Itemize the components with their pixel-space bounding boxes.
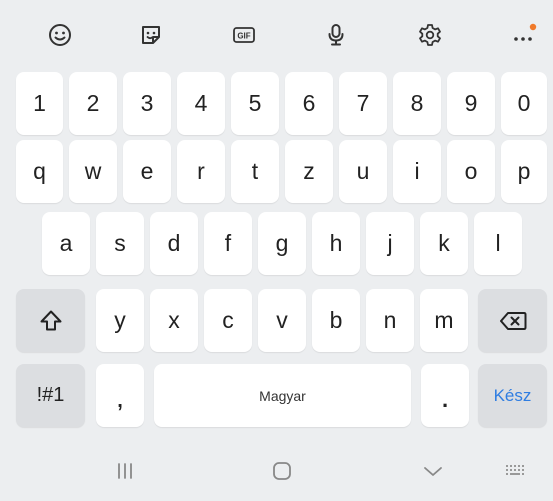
- keyboard: 1 2 3 4 5 6 7 8 9 0 q w e r t z u i o p …: [0, 0, 553, 440]
- key-n[interactable]: n: [366, 289, 414, 352]
- hide-keyboard-button[interactable]: [418, 456, 448, 486]
- backspace-icon: [499, 311, 526, 330]
- keyboard-switch-button[interactable]: [500, 456, 530, 486]
- key-r[interactable]: r: [177, 140, 225, 203]
- key-5[interactable]: 5: [231, 72, 279, 135]
- space-label: Magyar: [259, 387, 306, 404]
- key-s[interactable]: s: [96, 212, 144, 275]
- recent-apps-icon: [118, 463, 132, 479]
- key-3[interactable]: 3: [123, 72, 171, 135]
- shift-key[interactable]: [16, 289, 85, 352]
- key-0[interactable]: 0: [501, 72, 547, 135]
- key-e[interactable]: e: [123, 140, 171, 203]
- key-p[interactable]: p: [501, 140, 547, 203]
- key-b[interactable]: b: [312, 289, 360, 352]
- symbols-key[interactable]: !#1: [16, 364, 85, 427]
- space-key[interactable]: Magyar: [154, 364, 411, 427]
- key-9[interactable]: 9: [447, 72, 495, 135]
- key-c[interactable]: c: [204, 289, 252, 352]
- key-d[interactable]: d: [150, 212, 198, 275]
- home-icon: [273, 462, 291, 480]
- period-label: .: [441, 386, 449, 412]
- key-8[interactable]: 8: [393, 72, 441, 135]
- hide-keyboard-icon: [424, 467, 442, 476]
- key-u[interactable]: u: [339, 140, 387, 203]
- comma-label: ,: [117, 390, 123, 412]
- shift-icon: [40, 310, 61, 330]
- home-button[interactable]: [267, 456, 297, 486]
- key-j[interactable]: j: [366, 212, 414, 275]
- key-x[interactable]: x: [150, 289, 198, 352]
- key-o[interactable]: o: [447, 140, 495, 203]
- symbols-label: !#1: [36, 384, 65, 406]
- key-i[interactable]: i: [393, 140, 441, 203]
- key-y[interactable]: y: [96, 289, 144, 352]
- comma-key[interactable]: ,: [96, 364, 144, 427]
- key-k[interactable]: k: [420, 212, 468, 275]
- key-v[interactable]: v: [258, 289, 306, 352]
- key-w[interactable]: w: [69, 140, 117, 203]
- key-m[interactable]: m: [420, 289, 468, 352]
- key-4[interactable]: 4: [177, 72, 225, 135]
- recent-apps-button[interactable]: [110, 456, 140, 486]
- keyboard-switch-icon: [506, 465, 524, 475]
- key-g[interactable]: g: [258, 212, 306, 275]
- key-t[interactable]: t: [231, 140, 279, 203]
- key-1[interactable]: 1: [16, 72, 63, 135]
- key-2[interactable]: 2: [69, 72, 117, 135]
- key-f[interactable]: f: [204, 212, 252, 275]
- backspace-key[interactable]: [478, 289, 547, 352]
- period-key[interactable]: .: [421, 364, 469, 427]
- key-z[interactable]: z: [285, 140, 333, 203]
- navigation-bar: [0, 440, 553, 501]
- key-l[interactable]: l: [474, 212, 522, 275]
- done-label: Kész: [493, 385, 532, 405]
- key-6[interactable]: 6: [285, 72, 333, 135]
- key-7[interactable]: 7: [339, 72, 387, 135]
- key-a[interactable]: a: [42, 212, 90, 275]
- done-key[interactable]: Kész: [478, 364, 547, 427]
- key-q[interactable]: q: [16, 140, 63, 203]
- key-h[interactable]: h: [312, 212, 360, 275]
